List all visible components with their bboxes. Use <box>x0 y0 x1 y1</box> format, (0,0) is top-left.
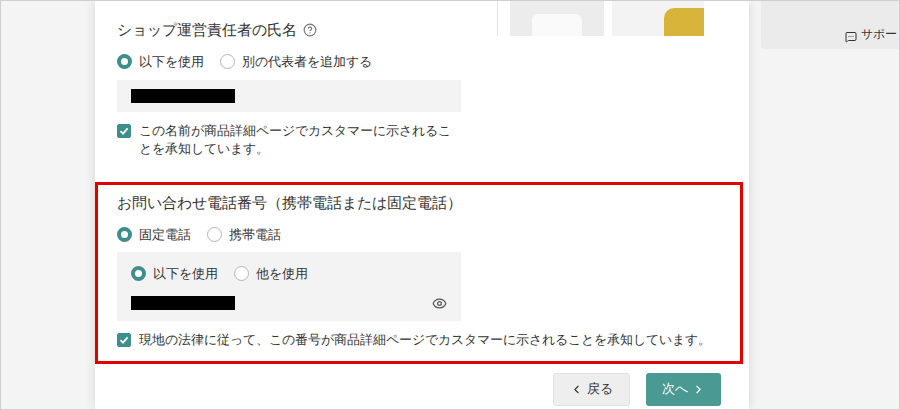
radio-option[interactable]: 以下を使用 <box>117 52 204 72</box>
phone-label: お問い合わせ電話番号（携帯電話または固定電話） <box>117 192 730 215</box>
manager-section: ショップ運営責任者の氏名以下を使用 別の代表者を追加するこの名前が商品詳細ページで… <box>95 1 749 158</box>
form-panel: ショップ運営責任者の氏名以下を使用 別の代表者を追加するこの名前が商品詳細ページで… <box>95 1 749 409</box>
support-label[interactable]: サポー <box>861 25 897 43</box>
support-icon[interactable] <box>845 31 857 43</box>
radio-label: 固定電話 <box>139 225 191 245</box>
phone-type-options: 固定電話 携帯電話 <box>117 225 730 245</box>
left-gutter <box>1 1 95 409</box>
footer-buttons: 戻る次へ <box>95 373 749 406</box>
manager-name-box <box>117 80 461 112</box>
radio-button[interactable] <box>117 227 132 242</box>
phone-source-options: 以下を使用 他を使用 <box>131 264 447 284</box>
back-button[interactable]: 戻る <box>553 373 630 406</box>
check-icon <box>119 335 129 345</box>
phone-section: お問い合わせ電話番号（携帯電話または固定電話） 固定電話 携帯電話以下を使用 他を使用… <box>95 182 743 364</box>
chevron-left-icon <box>570 383 583 396</box>
product-images <box>497 1 704 36</box>
support-card: サポー <box>761 1 899 49</box>
radio-option[interactable]: 固定電話 <box>117 225 191 245</box>
manager-options: 以下を使用 別の代表者を追加する <box>117 52 461 72</box>
redacted-value <box>131 296 235 310</box>
acknowledge-checkbox-row[interactable]: この名前が商品詳細ページでカスタマーに示されることを承知しています。 <box>117 122 461 158</box>
acknowledge-checkbox-row[interactable]: 現地の法律に従って、この番号が商品詳細ページでカスタマーに示されることを承知して… <box>117 331 730 349</box>
radio-label: 別の代表者を追加する <box>242 52 372 72</box>
radio-button[interactable] <box>117 54 132 69</box>
checkbox[interactable] <box>117 124 131 138</box>
chevron-right-icon <box>692 383 705 396</box>
right-area: サポー <box>749 1 899 409</box>
radio-option[interactable]: 他を使用 <box>234 264 308 284</box>
manager-label: ショップ運営責任者の氏名 <box>117 19 461 42</box>
radio-label: 以下を使用 <box>139 52 204 72</box>
page: ショップ運営責任者の氏名以下を使用 別の代表者を追加するこの名前が商品詳細ページで… <box>0 0 900 410</box>
next-button[interactable]: 次へ <box>646 373 721 406</box>
radio-label: 以下を使用 <box>153 264 218 284</box>
radio-button[interactable] <box>220 54 235 69</box>
redacted-value <box>131 89 235 103</box>
eye-icon[interactable] <box>432 296 447 311</box>
radio-option[interactable]: 以下を使用 <box>131 264 218 284</box>
radio-button[interactable] <box>207 227 222 242</box>
checkbox[interactable] <box>117 333 131 347</box>
checkbox-label: この名前が商品詳細ページでカスタマーに示されることを承知しています。 <box>139 122 461 158</box>
product-image <box>612 1 704 36</box>
radio-option[interactable]: 携帯電話 <box>207 225 281 245</box>
phone-box: 以下を使用 他を使用 <box>117 252 461 321</box>
radio-button[interactable] <box>131 266 146 281</box>
radio-option[interactable]: 別の代表者を追加する <box>220 52 372 72</box>
checkbox-label: 現地の法律に従って、この番号が商品詳細ページでカスタマーに示されることを承知して… <box>139 331 711 349</box>
radio-label: 他を使用 <box>256 264 308 284</box>
radio-button[interactable] <box>234 266 249 281</box>
product-image <box>510 1 604 36</box>
help-icon[interactable] <box>303 23 317 37</box>
check-icon <box>119 126 129 136</box>
radio-label: 携帯電話 <box>229 225 281 245</box>
